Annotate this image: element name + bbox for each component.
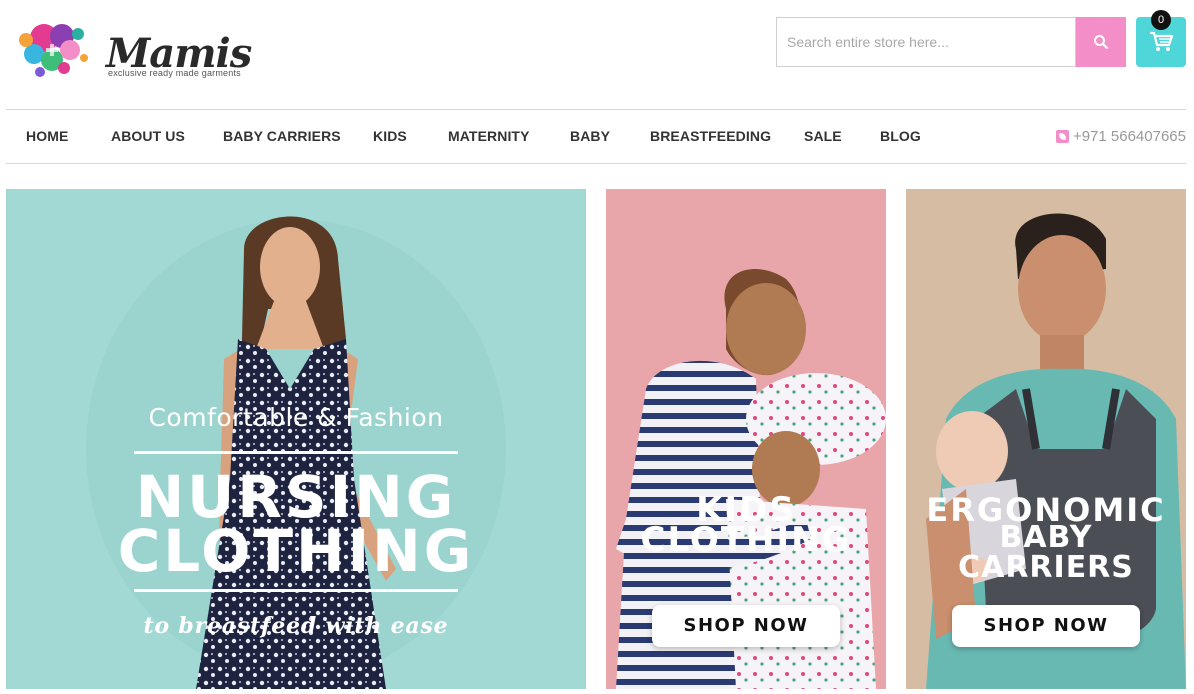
banner-subtitle: Comfortable & Fashion <box>148 403 444 432</box>
brand-tagline: exclusive ready made garments <box>108 68 241 78</box>
main-navigation: HOME ABOUT US BABY CARRIERS KIDS MATERNI… <box>6 109 1186 164</box>
search-button[interactable] <box>1076 17 1126 67</box>
nav-item-kids[interactable]: KIDS <box>373 110 407 163</box>
carriers-shop-now-button[interactable]: SHOP NOW <box>952 605 1140 647</box>
phone-number: +971 566407665 <box>1072 128 1186 145</box>
nav-item-baby-carriers[interactable]: BABY CARRIERS <box>223 110 341 163</box>
banner-carriers-title-line2: BABY CARRIERS <box>958 520 1134 585</box>
shopping-cart-icon <box>1150 31 1173 51</box>
nav-item-breastfeeding[interactable]: BREASTFEEDING <box>650 110 771 163</box>
banner-divider-top <box>134 451 458 454</box>
nav-item-about-us[interactable]: ABOUT US <box>111 110 185 163</box>
phone-contact[interactable]: +971 566407665 <box>1055 110 1186 163</box>
nav-item-blog[interactable]: BLOG <box>880 110 921 163</box>
nav-item-sale[interactable]: SALE <box>804 110 842 163</box>
site-logo[interactable]: Mamis exclusive ready made garments <box>14 16 252 82</box>
banner-ergonomic-baby-carriers[interactable]: ERGONOMIC BABY CARRIERS SHOP NOW <box>906 189 1186 689</box>
banner-title-line2: CLOTHING <box>117 517 475 585</box>
search-input[interactable] <box>777 18 1075 66</box>
banner-divider-bottom <box>134 589 458 592</box>
nav-item-maternity[interactable]: MATERNITY <box>448 110 530 163</box>
nav-item-home[interactable]: HOME <box>26 110 68 163</box>
banner-tagline: to breastfeed with ease <box>143 613 449 639</box>
banner-nursing-clothing[interactable]: Comfortable & Fashion NURSING CLOTHING t… <box>6 189 586 689</box>
search-icon <box>1094 35 1109 50</box>
banner-kids-clothing[interactable]: KIDS CLOTHING SHOP NOW <box>606 189 886 689</box>
kids-shop-now-button[interactable]: SHOP NOW <box>652 605 840 647</box>
search-box <box>776 17 1076 67</box>
cart-count-badge: 0 <box>1151 10 1171 30</box>
phone-icon <box>1055 130 1069 143</box>
logo-mark-icon <box>19 24 88 77</box>
nav-item-baby[interactable]: BABY <box>570 110 610 163</box>
banner-kids-title-line2: CLOTHING <box>640 520 852 560</box>
